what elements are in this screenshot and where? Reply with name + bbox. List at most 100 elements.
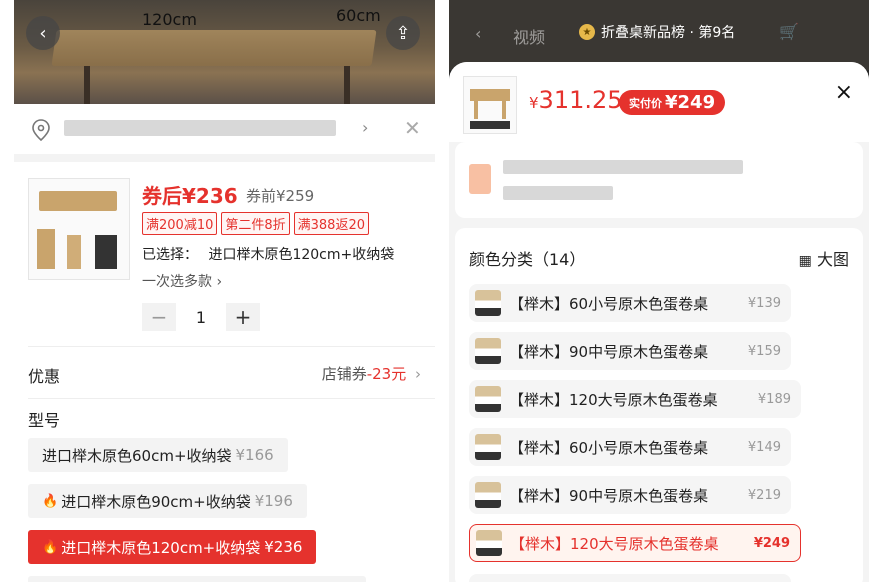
rank-banner[interactable]: ★ 折叠桌新品榜 · 第9名: [579, 22, 735, 42]
right-panel: ‹ 视频 🛒 ★ 折叠桌新品榜 · 第9名 ¥311.25 实付价 ¥249 ×: [449, 0, 869, 582]
variant-label: 【榉木】120大号原木色蛋卷桌: [510, 534, 719, 553]
coupon-amount: -23元: [366, 365, 407, 383]
blurred-address: [503, 186, 613, 200]
model-label: 型号: [28, 411, 61, 430]
dimension-width: 120cm: [142, 10, 197, 29]
model-option[interactable]: 进口榉木原色60cm+收纳袋 ¥166: [28, 438, 288, 472]
variant-item[interactable]: 【榉木】60小号原木色蛋卷桌 ¥149: [469, 428, 791, 466]
variant-price: ¥139: [747, 295, 781, 311]
price-value: 311.25: [538, 86, 623, 114]
selected-label: 已选择：: [142, 247, 198, 263]
location-pin-icon: [32, 119, 50, 142]
increment-button[interactable]: +: [226, 303, 260, 331]
divider: [28, 346, 435, 347]
variant-thumbnail: [475, 482, 501, 508]
variant-item[interactable]: 【榉木】90中号原木色蛋卷桌 ¥159: [469, 332, 791, 370]
variant-price: ¥159: [747, 343, 781, 359]
variant-item[interactable]: 【榉木】60小号原木色蛋卷桌 ¥139: [469, 284, 791, 322]
fire-icon: 🔥: [42, 539, 59, 555]
promo-tag: 第二件8折: [221, 212, 290, 235]
blurred-name: [503, 160, 743, 174]
price-before-coupon: 券前¥259: [246, 187, 315, 205]
close-icon[interactable]: ✕: [404, 116, 421, 140]
chevron-right-icon: ›: [415, 365, 421, 383]
close-icon[interactable]: ×: [835, 80, 853, 105]
sku-sheet: ¥311.25 实付价 ¥249 × 颜色分类（14） ▦ 大图 【榉木】60小…: [449, 62, 869, 582]
dimension-depth: 60cm: [336, 6, 381, 25]
selected-variant: 已选择： 进口榉木原色120cm+收纳袋: [142, 244, 394, 264]
video-tab[interactable]: 视频: [513, 24, 545, 48]
model-option[interactable]: 🔥 进口榉木原色90cm+收纳袋 ¥196: [28, 484, 307, 518]
option-price: ¥196: [254, 492, 293, 510]
variant-item-selected[interactable]: 【榉木】120大号原木色蛋卷桌 ¥249: [469, 524, 801, 562]
share-icon: ⇪: [395, 22, 411, 44]
variant-item[interactable]: 【榉木】90中号原木色蛋卷桌 ¥219: [469, 476, 791, 514]
quantity-stepper: − 1 +: [142, 303, 260, 331]
currency-symbol: ¥: [529, 94, 539, 112]
back-arrow-icon: ‹: [39, 22, 47, 44]
variant-price: ¥149: [747, 439, 781, 455]
table-leg: [84, 66, 90, 106]
table-leg: [344, 66, 350, 106]
product-photo: 120cm 60cm ‹ ⇪: [14, 0, 435, 106]
variant-thumbnail: [476, 530, 502, 556]
variant-label: 【榉木】120大号原木色蛋卷桌: [509, 390, 718, 409]
variant-item[interactable]: 【榉木】120大号原木色蛋卷桌 ¥189: [469, 380, 801, 418]
variant-price: ¥189: [757, 391, 791, 407]
table-image: [51, 30, 377, 66]
variant-thumbnail: [475, 338, 501, 364]
medal-icon: ★: [579, 24, 595, 40]
model-option[interactable]: [28, 576, 366, 582]
multi-select-link[interactable]: 一次选多款 ›: [142, 271, 222, 291]
location-icon: [469, 164, 491, 194]
big-image-toggle[interactable]: ▦ 大图: [799, 246, 849, 270]
divider: [28, 398, 435, 399]
share-button[interactable]: ⇪: [386, 16, 420, 50]
discount-label: 优惠: [28, 367, 61, 386]
paid-price-badge: 实付价 ¥249: [619, 90, 726, 115]
sheet-thumbnail[interactable]: [463, 76, 517, 134]
variant-label: 【榉木】60小号原木色蛋卷桌: [509, 294, 709, 313]
sheet-header: ¥311.25 实付价 ¥249 ×: [449, 62, 869, 142]
option-label: 进口榉木原色90cm+收纳袋: [61, 492, 251, 511]
paid-label: 实付价: [629, 96, 662, 110]
promo-tags: 满200减10 第二件8折 满388返20: [142, 212, 369, 235]
product-thumbnail[interactable]: [28, 178, 130, 280]
grid-icon: ▦: [798, 253, 812, 269]
quantity-value: 1: [195, 307, 207, 327]
variant-label: 【榉木】90中号原木色蛋卷桌: [509, 342, 709, 361]
decrement-button[interactable]: −: [142, 303, 176, 331]
address-card[interactable]: [455, 142, 863, 218]
variant-price: ¥219: [747, 487, 781, 503]
paid-price: ¥249: [665, 92, 716, 113]
model-option-selected[interactable]: 🔥 进口榉木原色120cm+收纳袋 ¥236: [28, 530, 317, 564]
rank-text: 折叠桌新品榜 · 第9名: [601, 25, 736, 41]
coupon-prefix: 店铺券: [321, 365, 367, 383]
option-label: 进口榉木原色120cm+收纳袋: [61, 538, 261, 557]
variant-item[interactable]: [469, 574, 791, 582]
big-image-label: 大图: [816, 250, 849, 269]
variants-title: 颜色分类（14）: [469, 250, 586, 269]
variant-thumbnail: [475, 290, 501, 316]
promo-tag: 满388返20: [293, 212, 369, 235]
coupon-row[interactable]: 店铺券-23元 ›: [322, 363, 421, 384]
promo-tag: 满200减10: [142, 212, 218, 235]
option-label: 进口榉木原色60cm+收纳袋: [42, 446, 232, 465]
variant-price: ¥249: [753, 535, 790, 551]
variant-thumbnail: [475, 434, 501, 460]
option-price: ¥166: [235, 446, 274, 464]
blurred-address: [64, 120, 336, 136]
fire-icon: 🔥: [42, 493, 59, 509]
cart-icon[interactable]: 🛒: [779, 22, 799, 41]
sheet-price: ¥311.25: [529, 86, 623, 114]
color-variants: 颜色分类（14） ▦ 大图 【榉木】60小号原木色蛋卷桌 ¥139 【榉木】90…: [455, 228, 863, 582]
chevron-right-icon: ›: [362, 118, 369, 137]
option-price: ¥236: [264, 538, 303, 556]
left-panel: 120cm 60cm ‹ ⇪ › ✕ 券后¥236 券前¥259 满200减10…: [14, 0, 435, 582]
address-row[interactable]: › ✕: [14, 104, 435, 162]
back-arrow-icon[interactable]: ‹: [475, 24, 481, 43]
variant-label: 【榉木】90中号原木色蛋卷桌: [509, 486, 709, 505]
price-after-coupon: 券后¥236: [142, 184, 238, 208]
selected-value: 进口榉木原色120cm+收纳袋: [208, 247, 395, 263]
back-button[interactable]: ‹: [26, 16, 60, 50]
